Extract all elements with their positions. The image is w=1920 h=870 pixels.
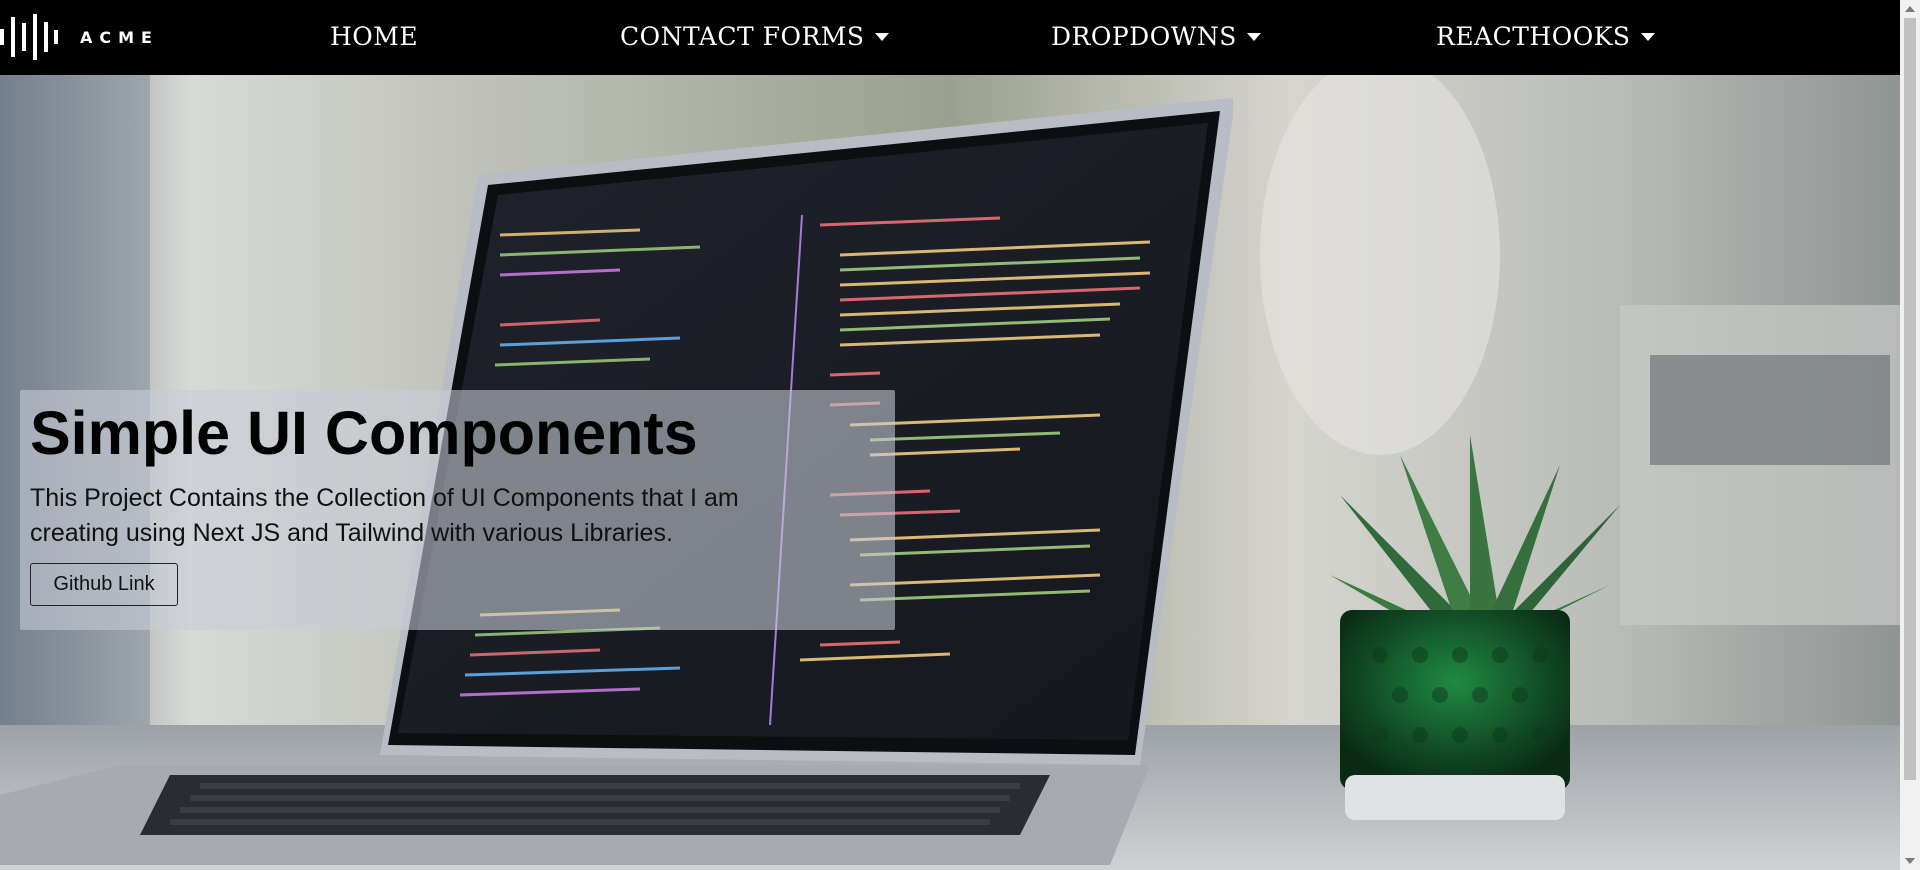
nav-item-label: HOME xyxy=(330,21,419,51)
page: ACME HOME CONTACT FORMS DROPDOWNS REACTH… xyxy=(0,0,1920,870)
nav-item-label: DROPDOWNS xyxy=(1051,21,1237,51)
logo[interactable]: ACME xyxy=(0,14,159,60)
hero-title: Simple UI Components xyxy=(30,399,698,467)
caret-down-icon xyxy=(874,33,889,41)
github-link-button[interactable]: Github Link xyxy=(30,563,178,606)
hero-card: Simple UI Components This Project Contai… xyxy=(20,390,895,630)
scrollbar-thumb[interactable] xyxy=(1904,18,1916,780)
hero-description: This Project Contains the Collection of … xyxy=(30,484,739,547)
navbar: ACME HOME CONTACT FORMS DROPDOWNS REACTH… xyxy=(0,0,1900,75)
nav-item-home[interactable]: HOME xyxy=(330,18,418,54)
nav-item-contact-forms[interactable]: CONTACT FORMS xyxy=(620,18,889,54)
nav-item-label: REACTHOOKS xyxy=(1436,21,1631,51)
waveform-icon xyxy=(0,14,58,60)
nav-item-dropdowns[interactable]: DROPDOWNS xyxy=(1051,18,1261,54)
vertical-scrollbar[interactable] xyxy=(1900,0,1920,870)
hero-section: Simple UI Components This Project Contai… xyxy=(0,75,1900,870)
caret-down-icon xyxy=(1640,33,1655,41)
nav-item-reacthooks[interactable]: REACTHOOKS xyxy=(1436,18,1655,54)
scroll-down-arrow-icon[interactable] xyxy=(1905,858,1915,864)
scroll-up-arrow-icon[interactable] xyxy=(1905,6,1915,12)
logo-text: ACME xyxy=(80,27,159,47)
caret-down-icon xyxy=(1246,33,1261,41)
nav-item-label: CONTACT FORMS xyxy=(620,21,865,51)
